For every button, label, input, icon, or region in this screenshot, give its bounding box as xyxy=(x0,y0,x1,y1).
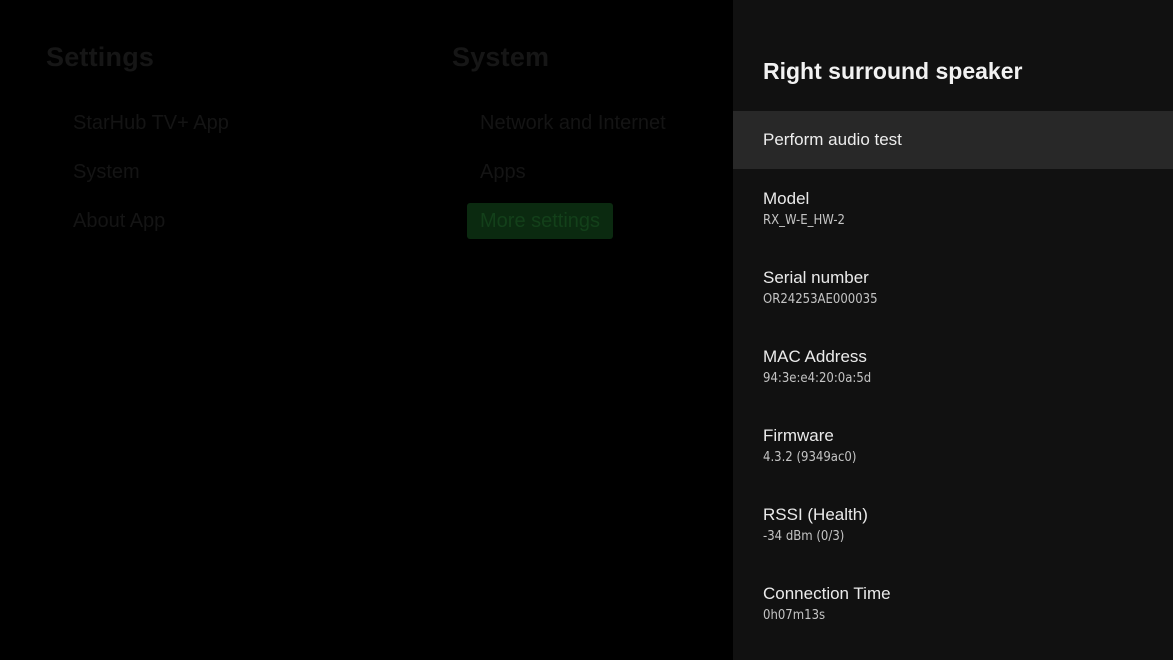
model-info-row[interactable]: Model RX_W-E_HW-2 xyxy=(763,189,1163,229)
speaker-detail-panel: Right surround speaker Perform audio tes… xyxy=(733,0,1173,660)
system-column-title: System xyxy=(452,42,550,72)
serial-number-value: OR24253AE000035 xyxy=(763,292,878,307)
firmware-label: Firmware xyxy=(763,426,834,445)
system-item-network[interactable]: Network and Internet xyxy=(480,112,666,135)
connection-time-info-row[interactable]: Connection Time 0h07m13s xyxy=(763,584,1163,624)
mac-address-value: 94:3e:e4:20:0a:5d xyxy=(763,371,872,386)
rssi-value: -34 dBm (0/3) xyxy=(763,529,845,544)
firmware-value: 4.3.2 (9349ac0) xyxy=(763,450,857,465)
rssi-label: RSSI (Health) xyxy=(763,505,868,524)
mac-address-label: MAC Address xyxy=(763,347,867,366)
tv-settings-screen: Settings StarHub TV+ App System About Ap… xyxy=(0,0,1173,660)
settings-column-title: Settings xyxy=(46,42,155,72)
system-item-apps[interactable]: Apps xyxy=(480,161,526,184)
connection-time-label: Connection Time xyxy=(763,584,891,603)
mac-address-info-row[interactable]: MAC Address 94:3e:e4:20:0a:5d xyxy=(763,347,1163,387)
settings-item-about-app[interactable]: About App xyxy=(73,210,165,233)
settings-item-starhub-app[interactable]: StarHub TV+ App xyxy=(73,112,229,135)
model-label: Model xyxy=(763,189,810,208)
system-item-more-settings[interactable]: More settings xyxy=(467,203,614,239)
connection-time-value: 0h07m13s xyxy=(763,608,826,623)
firmware-info-row[interactable]: Firmware 4.3.2 (9349ac0) xyxy=(763,426,1163,466)
settings-item-system[interactable]: System xyxy=(73,161,140,184)
serial-number-label: Serial number xyxy=(763,268,869,287)
serial-number-info-row[interactable]: Serial number OR24253AE000035 xyxy=(763,268,1163,308)
perform-audio-test-label: Perform audio test xyxy=(763,130,902,149)
panel-title: Right surround speaker xyxy=(763,58,1023,84)
model-value: RX_W-E_HW-2 xyxy=(763,213,845,228)
perform-audio-test-button[interactable]: Perform audio test xyxy=(733,111,1173,169)
rssi-info-row[interactable]: RSSI (Health) -34 dBm (0/3) xyxy=(763,505,1163,545)
